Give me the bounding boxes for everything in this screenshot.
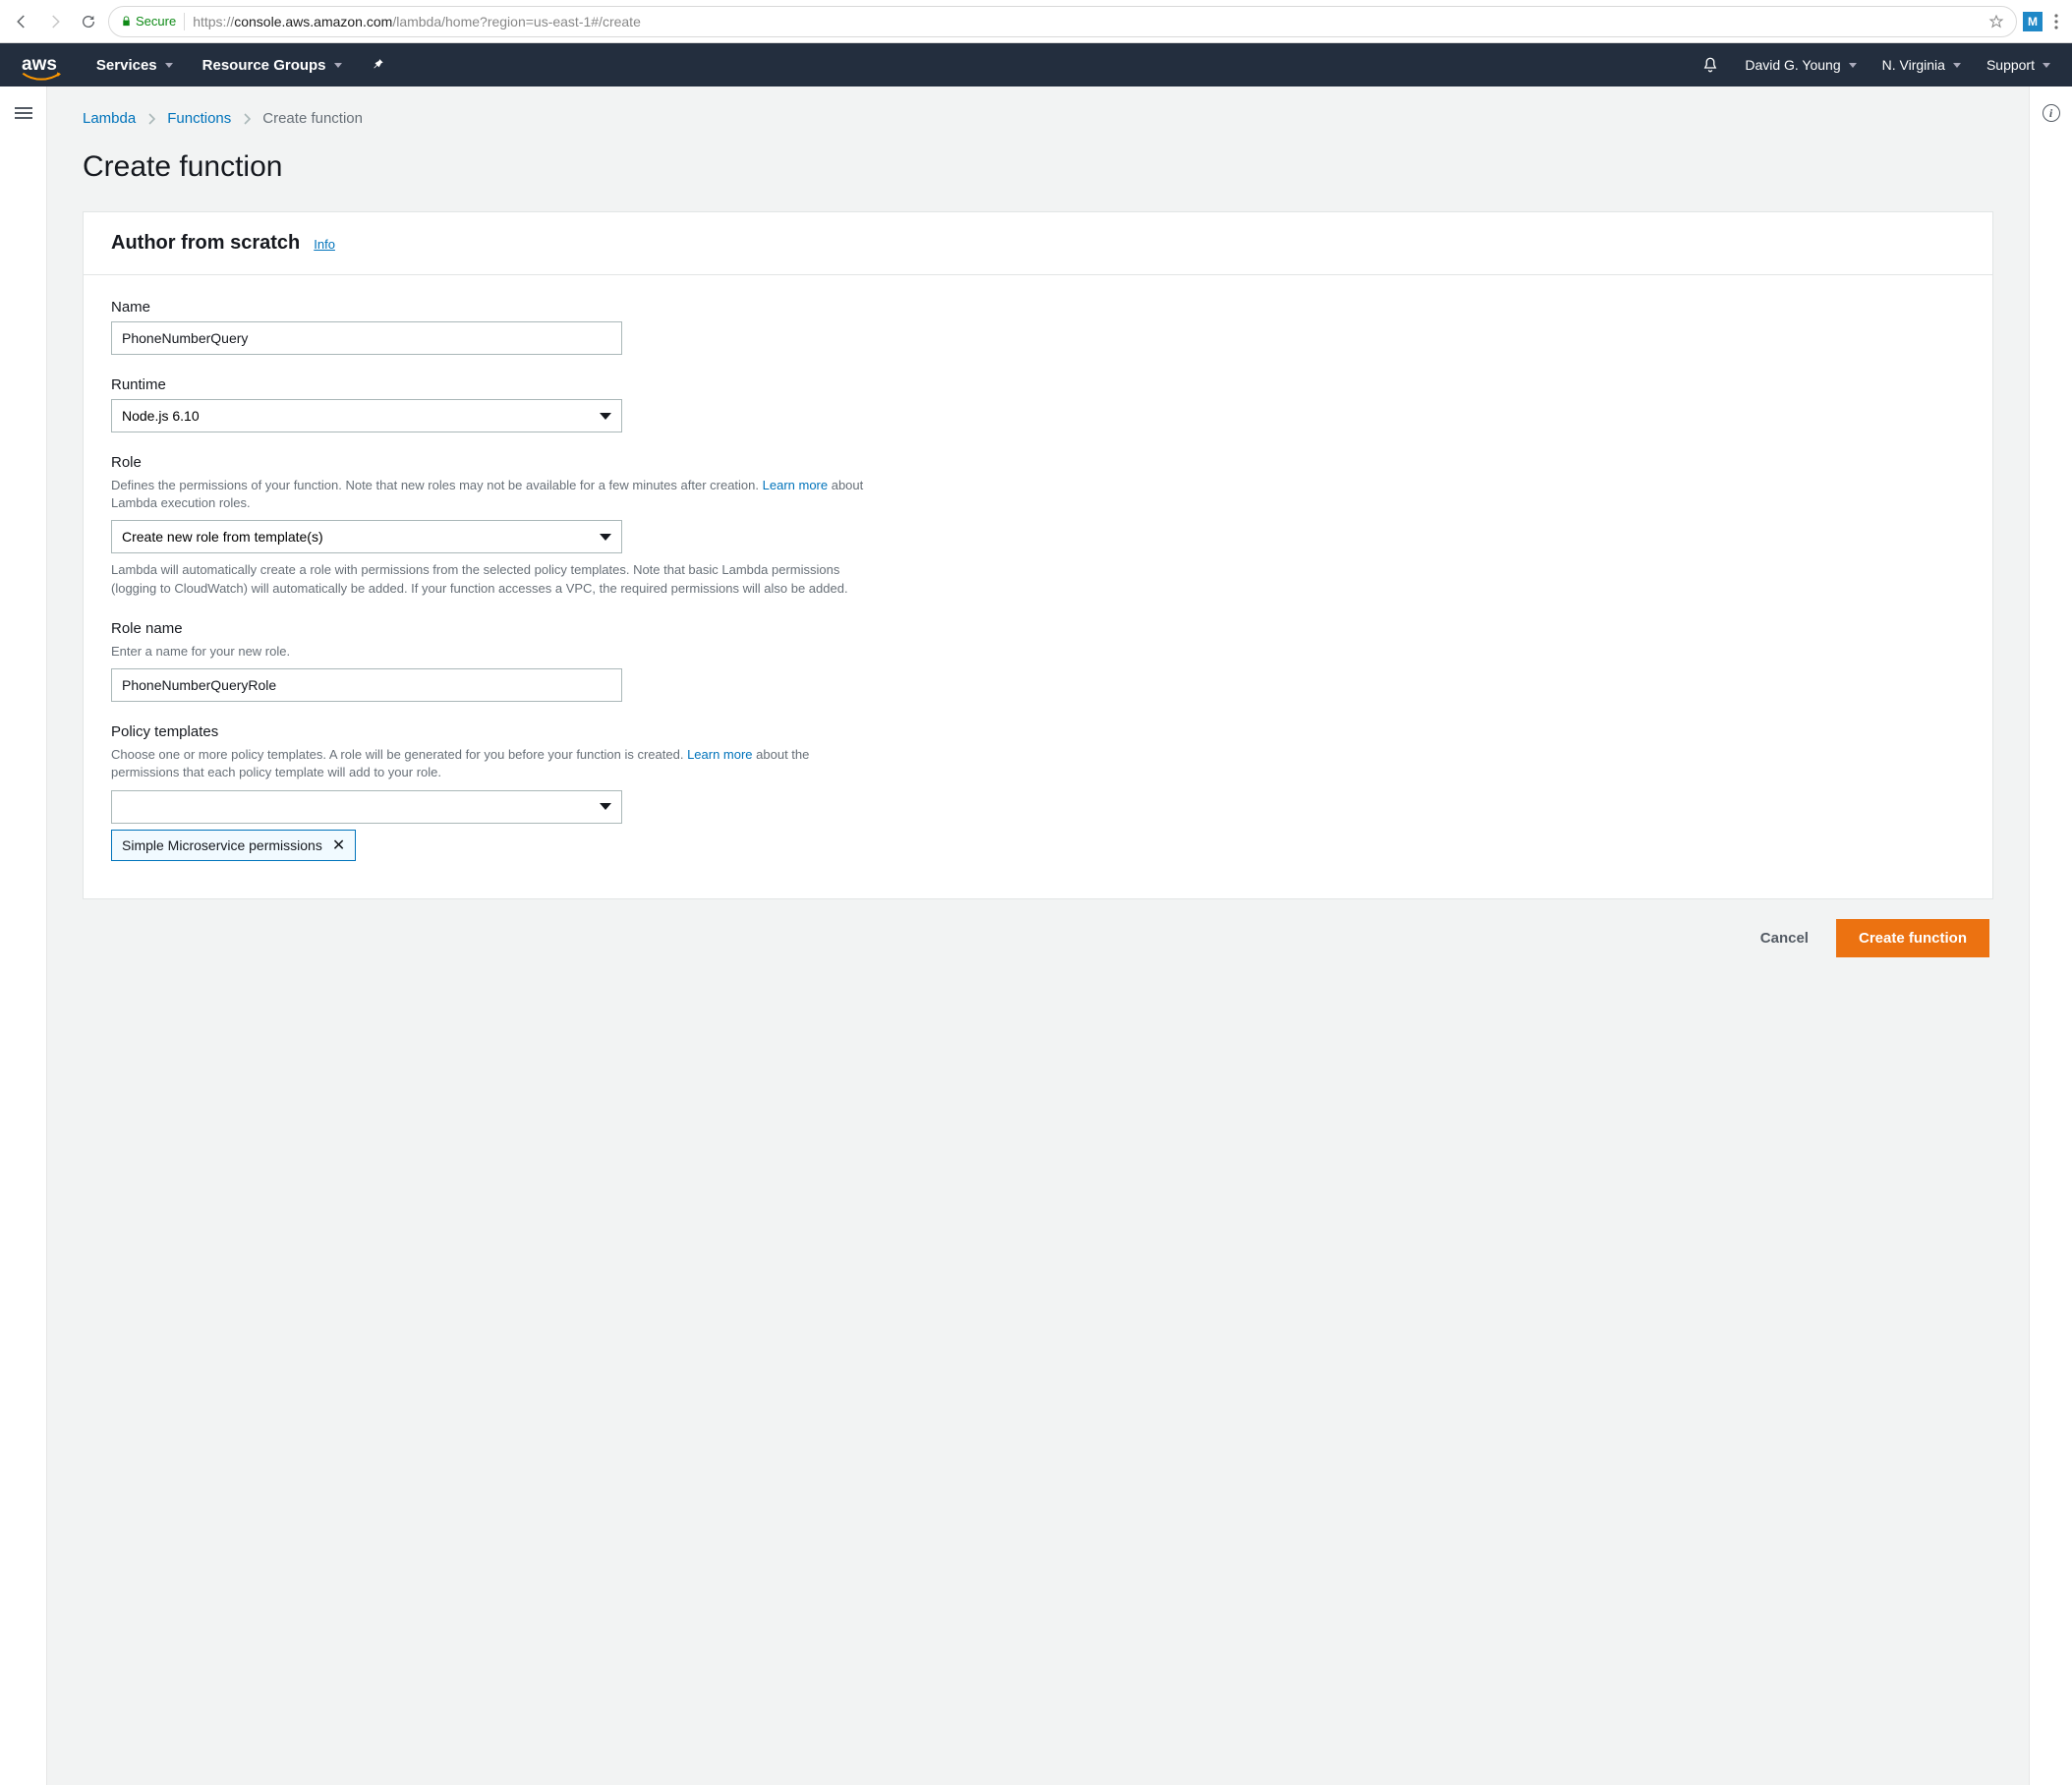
role-name-input[interactable] [111, 668, 622, 702]
field-policy-templates: Policy templates Choose one or more poli… [111, 723, 878, 860]
policy-select[interactable] [111, 790, 622, 824]
separator [184, 13, 185, 30]
policy-label: Policy templates [111, 723, 878, 740]
menu-toggle-icon[interactable] [15, 104, 32, 122]
role-name-desc: Enter a name for your new role. [111, 643, 878, 661]
breadcrumb-current: Create function [262, 110, 363, 127]
page-title: Create function [83, 150, 1993, 184]
secure-label: Secure [136, 14, 176, 29]
nav-region-label: N. Virginia [1882, 57, 1945, 73]
cancel-button[interactable]: Cancel [1753, 920, 1816, 956]
lock-icon [121, 15, 132, 28]
panel-title: Author from scratch [111, 232, 300, 255]
panel-info-link[interactable]: Info [314, 237, 335, 252]
aws-logo[interactable]: aws [22, 54, 57, 76]
extension-badge[interactable]: M [2023, 12, 2043, 31]
panel-header: Author from scratch Info [84, 212, 1992, 275]
nav-services-label: Services [96, 57, 157, 74]
nav-services[interactable]: Services [96, 57, 173, 74]
chevron-down-icon [165, 63, 173, 68]
chevron-down-icon [334, 63, 342, 68]
breadcrumb-lambda[interactable]: Lambda [83, 110, 136, 127]
policy-tag-chip: Simple Microservice permissions ✕ [111, 830, 356, 861]
back-button[interactable] [8, 8, 35, 35]
forward-button[interactable] [41, 8, 69, 35]
chevron-right-icon [147, 113, 155, 125]
chevron-down-icon [1849, 63, 1857, 68]
right-gutter: i [2029, 86, 2072, 1785]
chevron-down-icon [1953, 63, 1961, 68]
url-text: https://console.aws.amazon.com/lambda/ho… [193, 14, 641, 29]
nav-pin-icon[interactable] [372, 57, 385, 73]
remove-tag-icon[interactable]: ✕ [332, 835, 345, 855]
reload-button[interactable] [75, 8, 102, 35]
nav-support[interactable]: Support [1986, 57, 2050, 73]
nav-support-label: Support [1986, 57, 2035, 73]
nav-region[interactable]: N. Virginia [1882, 57, 1961, 73]
aws-smile-icon [22, 72, 61, 82]
bookmark-star-icon[interactable] [1988, 14, 2004, 29]
nav-resource-groups[interactable]: Resource Groups [202, 57, 342, 74]
breadcrumb-functions[interactable]: Functions [167, 110, 231, 127]
browser-menu-icon[interactable] [2048, 14, 2064, 29]
field-role-name: Role name Enter a name for your new role… [111, 620, 878, 702]
runtime-label: Runtime [111, 376, 878, 393]
role-after-desc: Lambda will automatically create a role … [111, 561, 878, 599]
policy-desc: Choose one or more policy templates. A r… [111, 746, 878, 781]
browser-chrome: Secure https://console.aws.amazon.com/la… [0, 0, 2072, 43]
role-name-label: Role name [111, 620, 878, 637]
role-label: Role [111, 454, 878, 471]
field-runtime: Runtime Node.js 6.10 [111, 376, 878, 432]
policy-learn-more-link[interactable]: Learn more [687, 747, 752, 762]
author-panel: Author from scratch Info Name Runtime No… [83, 211, 1993, 899]
nav-resource-groups-label: Resource Groups [202, 57, 326, 74]
name-input[interactable] [111, 321, 622, 355]
role-select[interactable]: Create new role from template(s) [111, 520, 622, 553]
left-gutter [0, 86, 47, 1785]
create-function-button[interactable]: Create function [1836, 919, 1989, 957]
footer-actions: Cancel Create function [83, 899, 1993, 961]
notifications-icon[interactable] [1701, 55, 1719, 75]
role-desc: Defines the permissions of your function… [111, 477, 878, 512]
dropdown-caret-icon [600, 534, 611, 541]
address-bar[interactable]: Secure https://console.aws.amazon.com/la… [108, 6, 2017, 37]
secure-indicator: Secure [121, 14, 176, 29]
field-role: Role Defines the permissions of your fun… [111, 454, 878, 599]
chevron-down-icon [2043, 63, 2050, 68]
role-learn-more-link[interactable]: Learn more [763, 478, 828, 492]
chevron-right-icon [243, 113, 251, 125]
main-content: Lambda Functions Create function Create … [47, 86, 2029, 1785]
dropdown-caret-icon [600, 413, 611, 420]
breadcrumb: Lambda Functions Create function [83, 110, 1993, 127]
nav-user[interactable]: David G. Young [1745, 57, 1856, 73]
runtime-select[interactable]: Node.js 6.10 [111, 399, 622, 432]
nav-user-label: David G. Young [1745, 57, 1840, 73]
field-name: Name [111, 299, 878, 355]
policy-tag-label: Simple Microservice permissions [122, 837, 322, 853]
info-icon[interactable]: i [2043, 104, 2060, 122]
name-label: Name [111, 299, 878, 316]
dropdown-caret-icon [600, 803, 611, 810]
role-value: Create new role from template(s) [122, 529, 323, 545]
aws-top-nav: aws Services Resource Groups David G. Yo… [0, 43, 2072, 86]
runtime-value: Node.js 6.10 [122, 408, 200, 424]
